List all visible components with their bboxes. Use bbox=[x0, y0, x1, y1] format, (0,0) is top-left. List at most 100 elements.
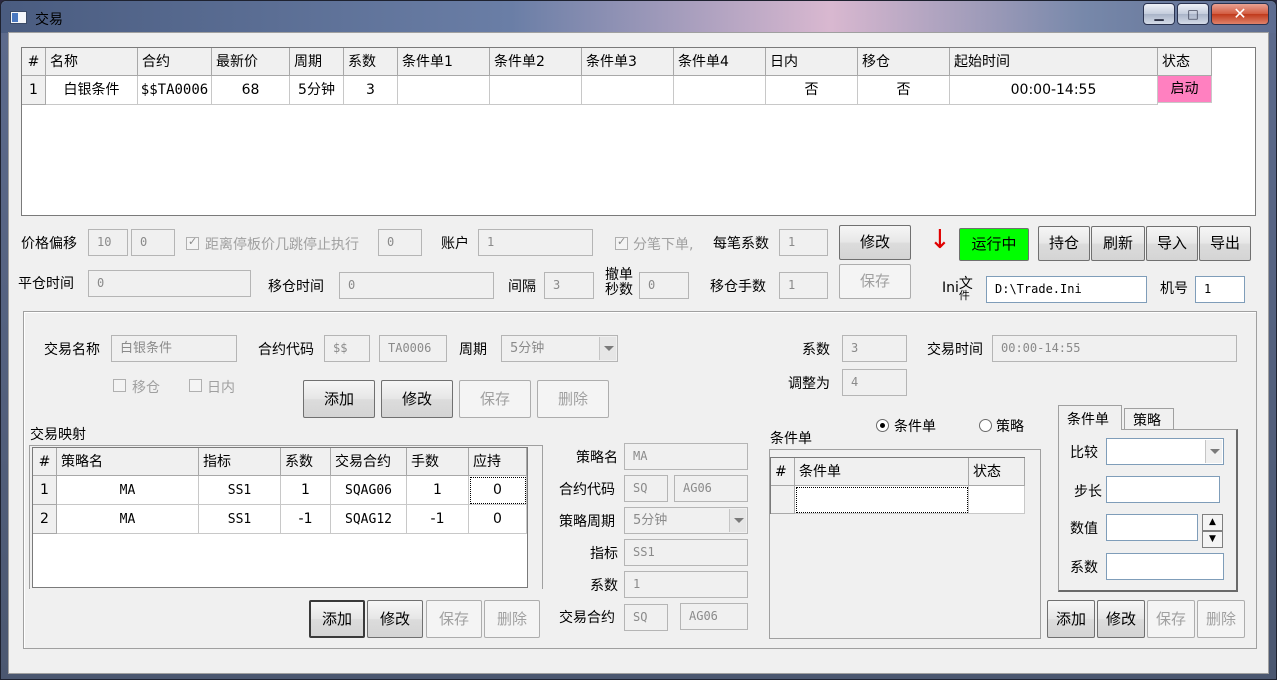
table-cell[interactable] bbox=[582, 76, 674, 105]
condition-row[interactable] bbox=[771, 486, 1025, 514]
trade-coef-input[interactable]: 3 bbox=[842, 335, 907, 362]
maximize-button[interactable]: □ bbox=[1177, 3, 1209, 25]
table-row[interactable]: 1 白银条件 $$TA0006 68 5分钟 3 否否 00:00-14:55 启动 bbox=[22, 76, 1255, 105]
column-header[interactable]: 手数 bbox=[407, 448, 469, 476]
strategy-code-input[interactable]: AG06 bbox=[674, 475, 748, 502]
step-input[interactable] bbox=[1106, 476, 1220, 503]
spin-up-icon[interactable]: ▲ bbox=[1202, 514, 1223, 531]
price-offset-input-1[interactable]: 10 bbox=[88, 229, 128, 256]
intraday-checkbox[interactable] bbox=[189, 379, 202, 392]
indicator-input[interactable]: SS1 bbox=[624, 539, 748, 566]
export-button[interactable]: 导出 bbox=[1199, 226, 1251, 261]
chevron-down-icon[interactable] bbox=[599, 337, 616, 360]
table-row[interactable]: 2 MA SS1 -1 SQAG12 -1 0 bbox=[33, 505, 527, 534]
strategy-name-input[interactable]: MA bbox=[624, 443, 748, 470]
column-header[interactable]: 最新价 bbox=[212, 48, 290, 76]
trade-add-button[interactable]: 添加 bbox=[303, 380, 375, 418]
price-offset-input-2[interactable]: 0 bbox=[131, 229, 175, 256]
table-cell[interactable]: MA bbox=[57, 476, 199, 505]
trade-contract-prefix[interactable]: SQ bbox=[624, 604, 668, 631]
column-header[interactable]: 交易合约 bbox=[331, 448, 407, 476]
column-header[interactable]: 条件单1 bbox=[398, 48, 490, 76]
column-header[interactable]: # bbox=[771, 458, 795, 486]
column-header[interactable]: 周期 bbox=[290, 48, 344, 76]
condition-radio[interactable] bbox=[876, 419, 889, 432]
spin-down-icon[interactable]: ▼ bbox=[1202, 531, 1223, 548]
condition-row-cell[interactable] bbox=[795, 486, 969, 514]
column-header[interactable]: # bbox=[33, 448, 57, 476]
strategy-coef-input[interactable]: 1 bbox=[624, 571, 748, 598]
column-header[interactable]: 合约 bbox=[138, 48, 212, 76]
column-header[interactable]: 状态 bbox=[969, 458, 1025, 486]
mapping-delete-button[interactable]: 删除 bbox=[484, 600, 540, 638]
roll-lots-input[interactable]: 1 bbox=[779, 272, 828, 299]
table-cell[interactable]: 否 bbox=[766, 76, 858, 105]
column-header[interactable]: 系数 bbox=[281, 448, 331, 476]
table-cell[interactable]: 否 bbox=[858, 76, 950, 105]
table-cell[interactable]: 3 bbox=[344, 76, 398, 105]
column-header[interactable]: 策略名 bbox=[57, 448, 199, 476]
table-cell[interactable]: MA bbox=[57, 505, 199, 534]
params-save-button[interactable]: 保存 bbox=[839, 264, 911, 299]
table-cell[interactable]: -1 bbox=[407, 505, 469, 534]
trade-modify-button[interactable]: 修改 bbox=[381, 380, 453, 418]
table-cell[interactable]: 2 bbox=[33, 505, 57, 534]
chevron-down-icon[interactable] bbox=[1205, 440, 1222, 463]
column-header[interactable]: 移仓 bbox=[858, 48, 950, 76]
table-cell[interactable]: 68 bbox=[212, 76, 290, 105]
table-cell[interactable]: SQAG12 bbox=[331, 505, 407, 534]
table-cell[interactable] bbox=[674, 76, 766, 105]
strategy-code-prefix[interactable]: SQ bbox=[624, 475, 668, 502]
interval-input[interactable]: 3 bbox=[544, 272, 594, 299]
column-header[interactable]: 条件单4 bbox=[674, 48, 766, 76]
adjust-input[interactable]: 4 bbox=[842, 369, 907, 396]
condition-delete-button[interactable]: 删除 bbox=[1197, 600, 1245, 638]
table-cell[interactable]: 0 bbox=[469, 476, 527, 505]
cancel-sec-input[interactable]: 0 bbox=[639, 272, 689, 299]
trade-delete-button[interactable]: 删除 bbox=[537, 380, 609, 418]
trade-contract-input[interactable]: AG06 bbox=[680, 603, 748, 630]
column-header[interactable]: 起始时间 bbox=[950, 48, 1158, 76]
ini-file-input[interactable]: D:\Trade.Ini bbox=[986, 276, 1147, 303]
column-header[interactable]: # bbox=[22, 48, 46, 76]
account-input[interactable]: 1 bbox=[478, 229, 593, 256]
table-cell[interactable]: SQAG06 bbox=[331, 476, 407, 505]
params-modify-button[interactable]: 修改 bbox=[839, 225, 911, 260]
per-lot-input[interactable]: 1 bbox=[779, 229, 828, 256]
split-order-checkbox[interactable] bbox=[615, 235, 628, 250]
roll-time-input[interactable]: 0 bbox=[339, 272, 494, 299]
running-button[interactable]: 运行中 bbox=[959, 228, 1029, 261]
tab-strategy[interactable]: 策略 bbox=[1124, 408, 1174, 430]
compare-select[interactable] bbox=[1106, 438, 1224, 465]
column-header[interactable]: 日内 bbox=[766, 48, 858, 76]
column-header[interactable]: 指标 bbox=[199, 448, 281, 476]
machine-input[interactable]: 1 bbox=[1195, 276, 1245, 303]
title-bar[interactable]: 交易 ▁ □ ✕ bbox=[1, 1, 1276, 33]
column-header[interactable]: 条件单2 bbox=[490, 48, 582, 76]
table-cell[interactable] bbox=[490, 76, 582, 105]
table-cell[interactable]: -1 bbox=[281, 505, 331, 534]
table-cell[interactable]: 5分钟 bbox=[290, 76, 344, 105]
close-button[interactable]: ✕ bbox=[1211, 3, 1269, 25]
stop-exec-checkbox[interactable] bbox=[186, 235, 199, 250]
contract-code-input[interactable]: TA0006 bbox=[379, 335, 447, 362]
tab-condition[interactable]: 条件单 bbox=[1058, 405, 1122, 430]
chevron-down-icon[interactable] bbox=[729, 509, 746, 532]
column-header[interactable]: 名称 bbox=[46, 48, 138, 76]
column-header[interactable]: 条件单3 bbox=[582, 48, 674, 76]
stop-exec-input[interactable]: 0 bbox=[378, 229, 422, 256]
table-row[interactable]: 1 MA SS1 1 SQAG06 1 0 bbox=[33, 476, 527, 505]
refresh-button[interactable]: 刷新 bbox=[1091, 226, 1145, 261]
column-header[interactable]: 系数 bbox=[344, 48, 398, 76]
mapping-modify-button[interactable]: 修改 bbox=[367, 600, 423, 638]
cond-coef-input[interactable] bbox=[1106, 553, 1224, 580]
close-time-input[interactable]: 0 bbox=[88, 270, 251, 297]
position-button[interactable]: 持仓 bbox=[1038, 226, 1090, 261]
trade-save-button[interactable]: 保存 bbox=[459, 380, 531, 418]
table-cell[interactable]: 1 bbox=[281, 476, 331, 505]
status-cell[interactable]: 启动 bbox=[1158, 76, 1212, 103]
table-cell[interactable]: 1 bbox=[22, 76, 46, 105]
condition-save-button[interactable]: 保存 bbox=[1147, 600, 1195, 638]
condition-table[interactable]: # 条件单 状态 bbox=[770, 457, 1025, 514]
mapping-add-button[interactable]: 添加 bbox=[309, 600, 365, 638]
